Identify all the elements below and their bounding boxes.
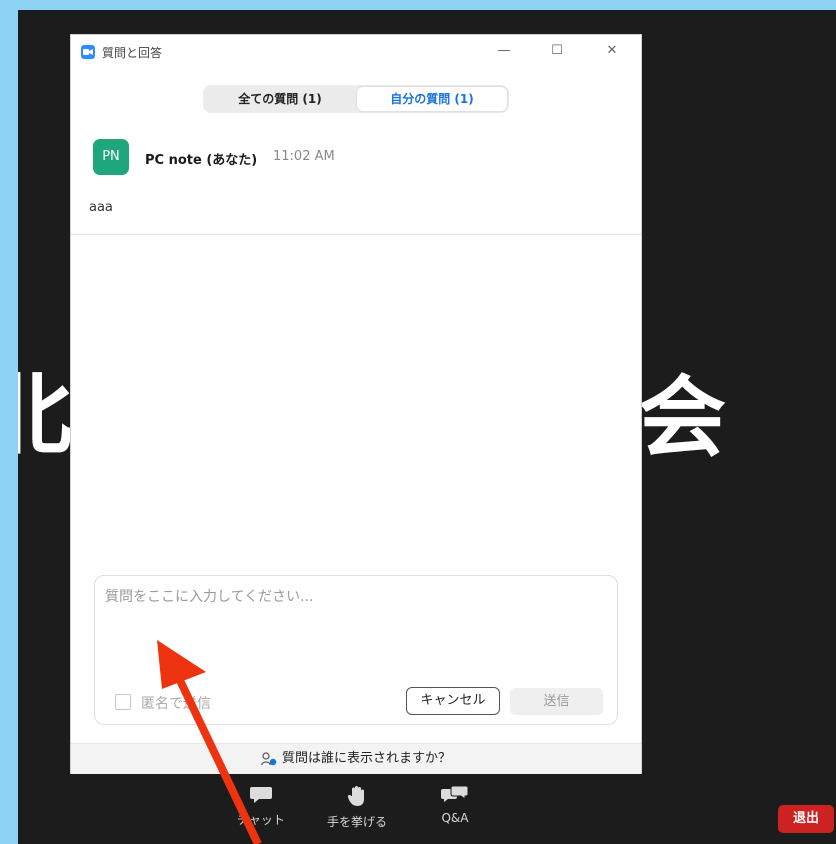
raise-hand-icon <box>347 786 364 806</box>
visibility-info-text: 質問は誰に表示されますか？ <box>281 751 451 766</box>
minimize-button[interactable]: — <box>493 41 515 61</box>
anonymous-checkbox[interactable] <box>115 694 131 710</box>
close-button[interactable]: ✕ <box>601 41 623 61</box>
visibility-info-link[interactable]: 質問は誰に表示されますか？ <box>71 743 641 774</box>
leave-meeting-button[interactable]: 退出 <box>778 805 834 833</box>
qa-icon <box>441 785 469 802</box>
tab-my-questions[interactable]: 自分の質問 (1) <box>357 87 507 111</box>
toolbar-raise-hand-label: 手を挙げる <box>326 815 387 829</box>
send-button[interactable]: 送信 <box>510 688 603 715</box>
window-title: 質問と回答 <box>102 46 163 60</box>
shared-screen-text-left: 北 <box>18 364 73 467</box>
toolbar-qa-label: Q&A <box>441 811 469 825</box>
toolbar-chat-label: チャット <box>237 813 285 827</box>
toolbar-qa-button[interactable]: Q&A <box>420 785 490 825</box>
question-filter-tabs: 全ての質問 (1) 自分の質問 (1) <box>203 85 509 113</box>
qa-window: 質問と回答 — ☐ ✕ 全ての質問 (1) 自分の質問 (1) PN PC no… <box>71 35 641 774</box>
person-info-icon <box>261 751 277 765</box>
question-author: PC note (あなた) <box>145 153 258 168</box>
toolbar-chat-button[interactable]: チャット <box>226 785 296 828</box>
cancel-button[interactable]: キャンセル <box>406 687 500 715</box>
question-compose-box: 匿名で送信 キャンセル 送信 <box>94 575 618 725</box>
shared-screen-text-right: 会 <box>638 366 727 469</box>
maximize-button[interactable]: ☐ <box>546 41 568 61</box>
question-input[interactable] <box>105 586 605 666</box>
title-bar: 質問と回答 — ☐ ✕ <box>71 35 641 67</box>
question-text: aaa <box>89 200 113 215</box>
question-time: 11:02 AM <box>273 149 335 164</box>
toolbar-raise-hand-button[interactable]: 手を挙げる <box>322 785 392 830</box>
zoom-app-icon <box>81 45 95 59</box>
divider <box>71 234 641 235</box>
tab-all-questions[interactable]: 全ての質問 (1) <box>205 87 355 111</box>
avatar: PN <box>93 139 129 175</box>
anonymous-label: 匿名で送信 <box>141 696 211 712</box>
chat-icon <box>250 787 272 803</box>
